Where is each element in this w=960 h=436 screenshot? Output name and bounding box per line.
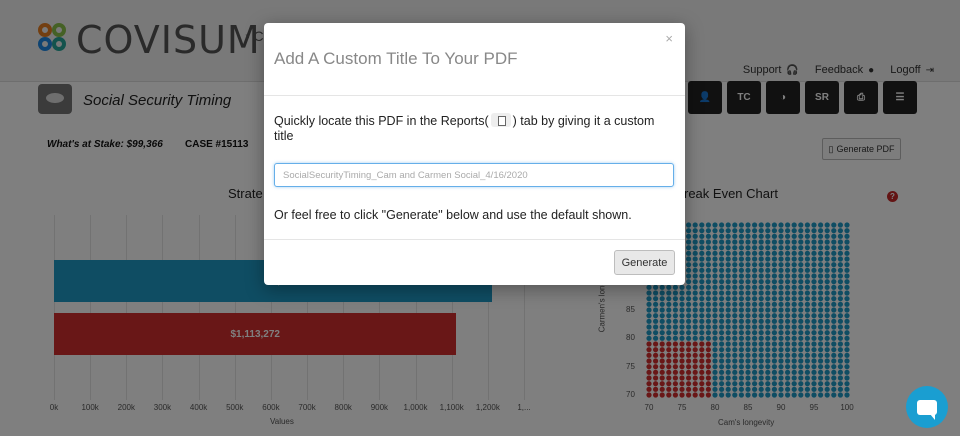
modal-footer: Generate — [264, 240, 685, 284]
modal-title: Add A Custom Title To Your PDF — [274, 49, 518, 68]
chat-bubble-icon — [917, 399, 937, 420]
chat-button[interactable] — [906, 386, 948, 428]
modal-header: Add A Custom Title To Your PDF × — [264, 23, 685, 96]
custom-title-modal: Add A Custom Title To Your PDF × Quickly… — [264, 23, 685, 285]
close-icon[interactable]: × — [665, 31, 673, 46]
modal-instructions: Quickly locate this PDF in the Reports()… — [274, 113, 655, 143]
modal-default-note: Or feel free to click "Generate" below a… — [274, 208, 632, 222]
document-icon — [490, 113, 511, 127]
modal-body: Quickly locate this PDF in the Reports()… — [264, 96, 685, 240]
pdf-title-input[interactable] — [274, 163, 674, 187]
generate-button[interactable]: Generate — [614, 250, 675, 275]
